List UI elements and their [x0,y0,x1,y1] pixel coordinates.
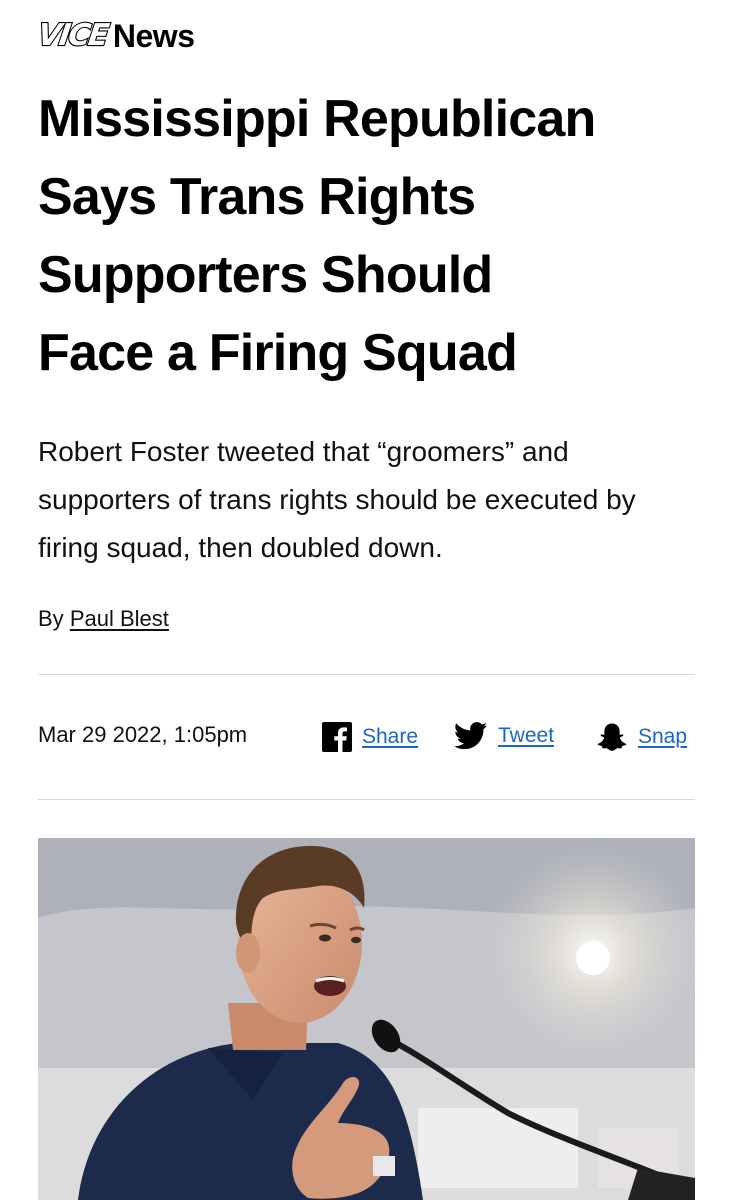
twitter-bird-icon [454,722,488,750]
byline-prefix: By [38,606,64,631]
headline-line: Mississippi Republican [38,90,596,148]
vice-logo: VICE [35,17,111,54]
headline-line: Says Trans Rights [38,168,476,226]
divider [38,674,695,675]
photo-illustration [38,838,695,1200]
facebook-share-label: Share [362,725,419,748]
article-meta-row: Mar 29 2022, 1:05pm Share Tweet Snap [38,718,695,758]
author-link[interactable]: Paul Blest [70,606,169,631]
facebook-share-button[interactable]: Share [322,722,418,752]
divider [38,799,695,800]
snapchat-share-label: Snap [638,725,688,748]
facebook-icon [322,722,352,752]
news-section-label: News [112,18,195,54]
byline: By Paul Blest [38,606,169,632]
snapchat-ghost-icon [597,723,627,751]
snapchat-share-button[interactable]: Snap [596,722,687,752]
dek-line: supporters of trans rights should be exe… [38,484,636,515]
site-brand[interactable]: VICE News [35,16,195,56]
headline-line: Supporters Should [38,246,493,304]
dek-line: firing squad, then doubled down. [38,532,443,563]
headline-line: Face a Firing Squad [38,324,518,382]
publish-date: Mar 29 2022, 1:05pm [38,722,248,747]
article-dek: Robert Foster tweeted that “groomers” an… [38,428,708,572]
twitter-share-label: Tweet [498,724,555,747]
twitter-share-button[interactable]: Tweet [454,722,554,750]
dek-line: Robert Foster tweeted that “groomers” an… [38,436,569,467]
article-headline: Mississippi Republican Says Trans Rights… [38,80,718,392]
article-hero-photo [38,838,695,1200]
